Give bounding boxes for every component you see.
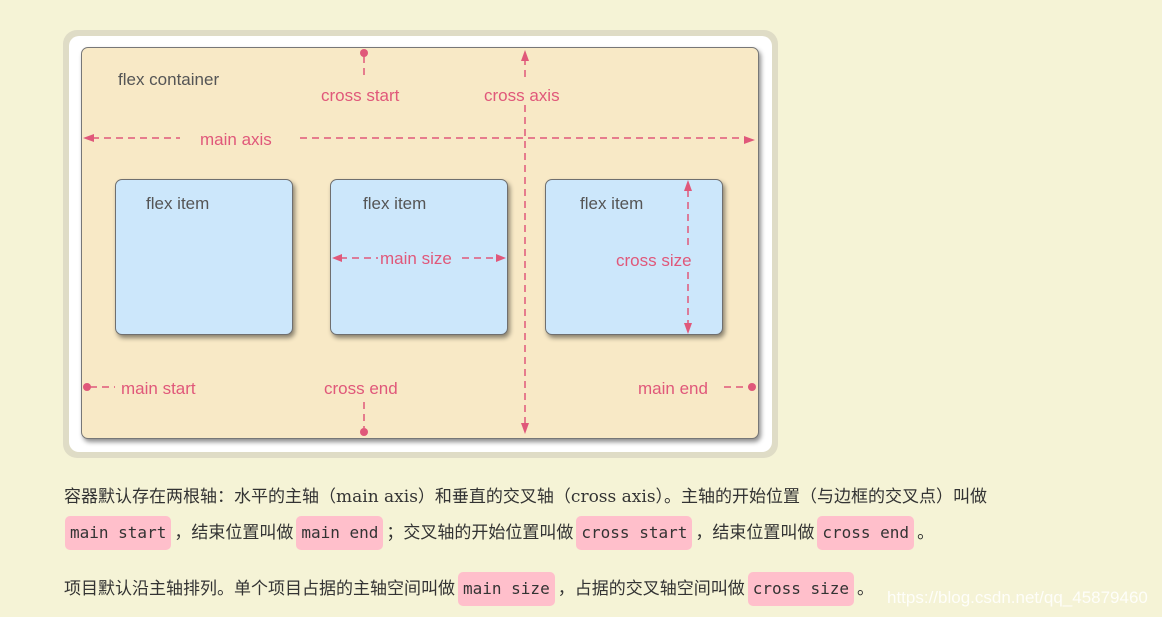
main-size-label: main size: [380, 249, 452, 268]
watermark: https://blog.csdn.net/qq_45879460: [887, 588, 1148, 607]
paragraph-1-text: 容器默认存在两根轴：水平的主轴（main axis）和垂直的交叉轴（cross …: [64, 487, 988, 507]
code-cross-start: cross start: [576, 516, 693, 550]
code-main-end: main end: [296, 516, 384, 550]
paragraph-1-line-2: main start ，结束位置叫做 main end ；交叉轴的开始位置叫做 cros…: [62, 516, 934, 550]
paragraph-2-text-1: 项目默认沿主轴排列。单个项目占据的主轴空间叫做: [64, 579, 455, 599]
main-axis-label: main axis: [200, 130, 272, 149]
flex-item-2-label: flex item: [363, 194, 427, 213]
main-end-label: main end: [638, 379, 708, 398]
main-start-label: main start: [121, 379, 196, 398]
paragraph-1-text-5: 。: [917, 523, 935, 543]
cross-size-label: cross size: [616, 251, 692, 270]
paragraph-1-text-3: ；交叉轴的开始位置叫做: [386, 523, 574, 543]
cross-end-label: cross end: [324, 379, 398, 398]
code-cross-size: cross size: [747, 572, 855, 606]
paragraph-1-text-2: ，结束位置叫做: [174, 523, 294, 543]
paragraph-1-text-4: ，结束位置叫做: [695, 523, 815, 543]
cross-start-label: cross start: [321, 86, 400, 105]
paragraph-1-line-1: 容器默认存在两根轴：水平的主轴（main axis）和垂直的交叉轴（cross …: [64, 487, 987, 507]
code-main-size: main size: [458, 572, 555, 606]
cross-axis-label: cross axis: [484, 86, 560, 105]
flex-item-3-label: flex item: [580, 194, 644, 213]
paragraph-2-text-2: ，占据的交叉轴空间叫做: [557, 579, 745, 599]
flex-item-1-label: flex item: [146, 194, 210, 213]
code-cross-end: cross end: [817, 516, 915, 550]
code-main-start: main start: [65, 516, 172, 550]
paragraph-2: 项目默认沿主轴排列。单个项目占据的主轴空间叫做 main size ，占据的交叉轴空…: [64, 572, 874, 606]
paragraph-2-text-3: 。: [857, 579, 875, 599]
flex-container-label: flex container: [118, 70, 220, 89]
